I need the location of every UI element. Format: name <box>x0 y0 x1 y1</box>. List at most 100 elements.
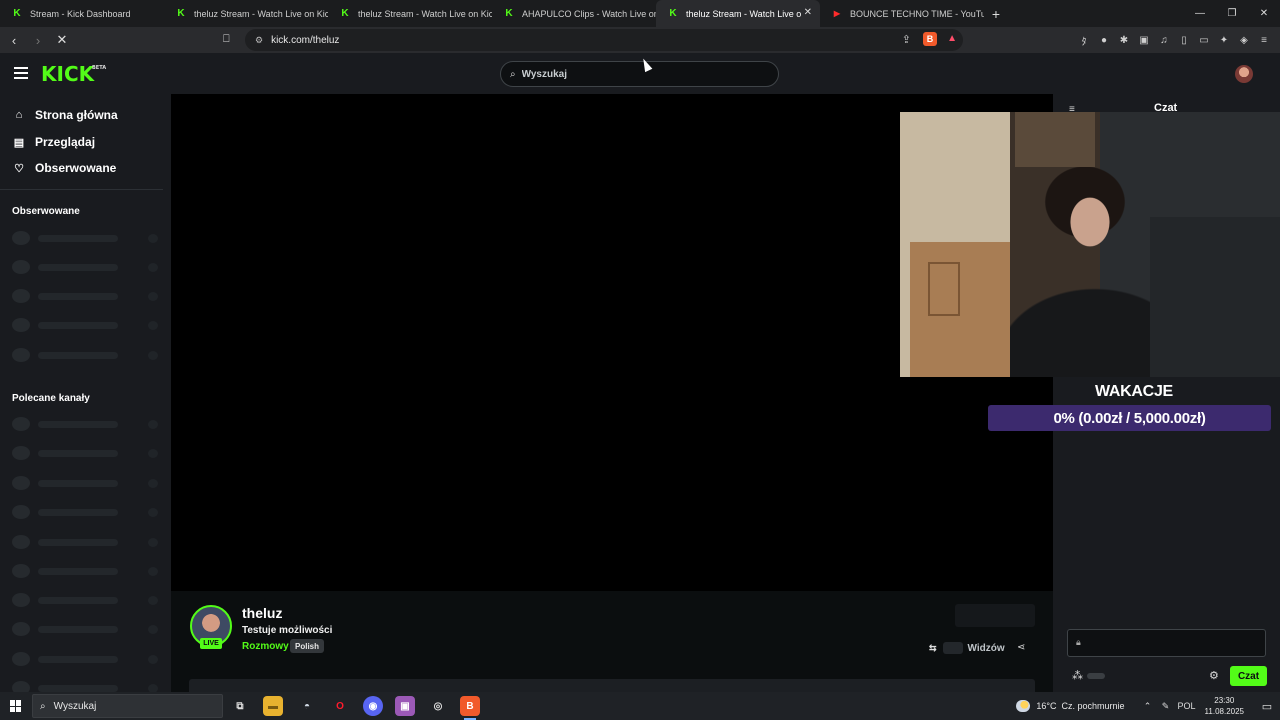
webcam-overlay <box>900 112 1280 377</box>
brave-shields-icon[interactable]: B <box>923 32 937 46</box>
close-tab-icon[interactable]: ✕ <box>804 7 812 18</box>
beta-badge: BETA <box>92 65 107 71</box>
user-avatar[interactable] <box>1235 65 1253 83</box>
heart-icon: ♡ <box>14 162 24 175</box>
obs-icon[interactable]: ◎ <box>428 696 448 716</box>
channel-skeleton <box>12 592 160 608</box>
window-controls: — ❐ ✕ <box>1184 0 1280 27</box>
network-icon[interactable]: ✎ <box>1157 701 1175 712</box>
bookmark-icon[interactable]: ⎕ <box>223 33 235 47</box>
gear-icon[interactable]: ⚙ <box>1209 669 1219 682</box>
nav-browse[interactable]: ▤ Przeglądaj <box>12 132 95 152</box>
vpn-icon[interactable]: ◈ <box>1234 33 1254 47</box>
chat-controls: ⁂ ⚙ Czat <box>1053 666 1280 688</box>
channel-skeleton <box>12 347 160 363</box>
taskbar-search[interactable]: ⌕ Wyszukaj <box>32 694 223 718</box>
search-icon: ⌕ <box>510 68 516 80</box>
logo-text: KICK <box>41 62 95 86</box>
kick-icon: K <box>505 8 513 19</box>
share-icon[interactable]: ⇪ <box>902 33 911 46</box>
follow-button-skeleton <box>955 604 1035 627</box>
share-icon[interactable]: ⋖ <box>1017 642 1025 653</box>
close-window-icon[interactable]: ✕ <box>1248 0 1280 27</box>
windows-start-icon[interactable] <box>10 700 22 712</box>
opera-icon[interactable]: O <box>330 696 350 716</box>
clock[interactable]: 23:30 11.08.2025 <box>1205 695 1244 717</box>
nav-label: Strona główna <box>35 108 118 122</box>
language-indicator[interactable]: POL <box>1175 701 1199 711</box>
category-link[interactable]: Rozmowy <box>242 641 289 652</box>
left-sidebar: ⌂ Strona główna ▤ Przeglądaj ♡ Obserwowa… <box>0 94 171 692</box>
forward-icon[interactable]: › <box>28 33 48 48</box>
channel-skeleton <box>12 230 160 246</box>
new-tab-icon[interactable]: + <box>986 6 1006 22</box>
chatters-skeleton <box>1087 673 1105 679</box>
channel-skeleton <box>12 259 160 275</box>
leo-icon[interactable]: ✦ <box>1214 33 1234 47</box>
site-info-icon[interactable]: ⚙ <box>255 35 263 46</box>
tab-title: theluz Stream - Watch Live on Kick <box>686 8 801 19</box>
menu-icon[interactable]: ≡ <box>1254 33 1274 47</box>
task-view-icon[interactable]: ⧉ <box>230 696 250 716</box>
sofa <box>1150 217 1280 377</box>
brave-rewards-icon[interactable]: ▲ <box>947 33 957 44</box>
sidebar-icon[interactable]: ▯ <box>1174 33 1194 47</box>
translate-icon[interactable]: ﾀ <box>1074 33 1094 48</box>
tab-title: AHAPULCO Clips - Watch Live on Kick <box>522 8 656 19</box>
followed-heading: Obserwowane <box>12 206 80 217</box>
nav-home[interactable]: ⌂ Strona główna <box>12 105 118 125</box>
sidebar-divider <box>0 189 163 190</box>
weather-text: Cz. pochmurnie <box>1061 701 1125 711</box>
viewer-count: ⇆ Widzów <box>929 641 1005 655</box>
chat-input[interactable]: 🔒︎ <box>1067 629 1266 657</box>
browser-tab[interactable]: K AHAPULCO Clips - Watch Live on Kick <box>492 0 656 27</box>
cabinet <box>910 242 1010 377</box>
browser-tab[interactable]: K Stream - Kick Dashboard <box>0 0 164 27</box>
app-icon[interactable]: ▣ <box>395 696 415 716</box>
brave-browser-icon[interactable]: B <box>460 696 480 720</box>
channel-skeleton <box>12 288 160 304</box>
viewers-icon: ⇆ <box>929 642 937 653</box>
file-explorer-icon[interactable]: ▬ <box>263 696 283 716</box>
kick-logo[interactable]: KICK BETA <box>41 62 106 86</box>
chevron-up-icon[interactable]: ⌃ <box>1139 701 1157 712</box>
puzzle-icon[interactable]: ✱ <box>1114 33 1134 47</box>
restore-icon[interactable]: ❐ <box>1216 0 1248 27</box>
notifications-icon[interactable]: ▭ <box>1254 700 1280 713</box>
browser-tab[interactable]: ▶ BOUNCE TECHNO TIME - YouTube <box>820 0 984 27</box>
chatters-icon[interactable]: ⁂ <box>1072 669 1083 682</box>
stream-title: Testuje możliwości <box>242 625 333 636</box>
wallet-icon[interactable]: ▭ <box>1194 33 1214 47</box>
discord-icon[interactable]: ◉ <box>363 696 383 716</box>
taskbar: ⌕ Wyszukaj ⧉ ▬ ◓ O ◉ ▣ ◎ B 16°C Cz. poch… <box>0 692 1280 720</box>
media-icon[interactable]: ♫ <box>1154 33 1174 47</box>
screenshot-icon[interactable]: ▣ <box>1134 33 1154 47</box>
lock-icon: 🔒︎ <box>1076 637 1081 647</box>
kick-icon: K <box>13 8 21 19</box>
channel-skeleton <box>12 416 160 432</box>
search-box[interactable]: ⌕ <box>500 61 779 87</box>
browser-tab[interactable]: K theluz Stream - Watch Live on Kick <box>164 0 328 27</box>
browser-tab-active[interactable]: K theluz Stream - Watch Live on Kick ✕ <box>656 0 820 27</box>
minimize-icon[interactable]: — <box>1184 0 1216 27</box>
back-icon[interactable]: ‹ <box>4 33 24 48</box>
stop-loading-icon[interactable]: ✕ <box>52 32 72 48</box>
app-icon[interactable]: ◓ <box>297 696 317 716</box>
nav-following[interactable]: ♡ Obserwowane <box>12 158 116 178</box>
address-bar[interactable]: ⚙ kick.com/theluz ⇪ B ▲ <box>245 29 963 51</box>
kick-icon: K <box>177 8 185 19</box>
hamburger-icon[interactable] <box>14 67 28 79</box>
browser-tab[interactable]: K theluz Stream - Watch Live on Kick <box>328 0 492 27</box>
channel-skeleton <box>12 475 160 491</box>
weather-widget[interactable]: 16°C Cz. pochmurnie <box>1016 700 1125 712</box>
browser-tab-strip: K Stream - Kick Dashboard K theluz Strea… <box>0 0 1280 27</box>
channel-skeleton <box>12 680 160 692</box>
search-input[interactable] <box>521 68 742 80</box>
language-tag[interactable]: Polish <box>290 639 325 653</box>
channel-skeleton <box>12 651 160 667</box>
extension-icon[interactable]: ● <box>1094 33 1114 47</box>
channel-name[interactable]: theluz <box>242 605 282 621</box>
browse-icon: ▤ <box>13 136 25 149</box>
system-tray: 16°C Cz. pochmurnie ⌃ ✎ POL 23:30 11.08.… <box>1016 692 1280 720</box>
chat-send-button[interactable]: Czat <box>1230 666 1267 686</box>
